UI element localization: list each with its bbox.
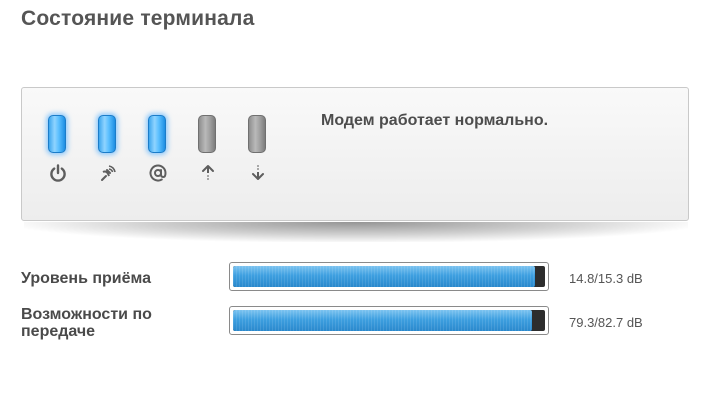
internet-led: [148, 115, 166, 153]
upload-arrow-icon: [198, 163, 218, 183]
power-indicator: [48, 115, 70, 183]
satellite-icon: [98, 163, 118, 183]
receive-level-fill: [233, 266, 535, 287]
transmit-capability-label: Возможности по передаче: [21, 306, 152, 340]
internet-indicator: [148, 115, 170, 183]
download-indicator: [248, 115, 270, 183]
download-arrow-icon: [248, 163, 268, 183]
upload-indicator: [198, 115, 220, 183]
download-led: [248, 115, 266, 153]
transmit-capability-value: 79.3/82.7 dB: [569, 315, 643, 330]
transmit-capability-bar: [229, 306, 549, 335]
transmit-capability-track: [233, 310, 545, 331]
receive-level-track: [233, 266, 545, 287]
status-panel: Модем работает нормально.: [21, 87, 689, 221]
page-title: Состояние терминала: [21, 7, 255, 30]
receive-level-bar: [229, 262, 549, 291]
at-sign-icon: [148, 163, 168, 183]
power-icon: [48, 163, 68, 183]
panel-shadow: [24, 222, 688, 242]
receive-level-value: 14.8/15.3 dB: [569, 271, 643, 286]
status-message: Модем работает нормально.: [321, 112, 549, 129]
upload-led: [198, 115, 216, 153]
transmit-capability-fill: [233, 310, 533, 331]
satellite-indicator: [98, 115, 120, 183]
receive-level-label: Уровень приёма: [21, 270, 152, 287]
satellite-led: [98, 115, 116, 153]
power-led: [48, 115, 66, 153]
